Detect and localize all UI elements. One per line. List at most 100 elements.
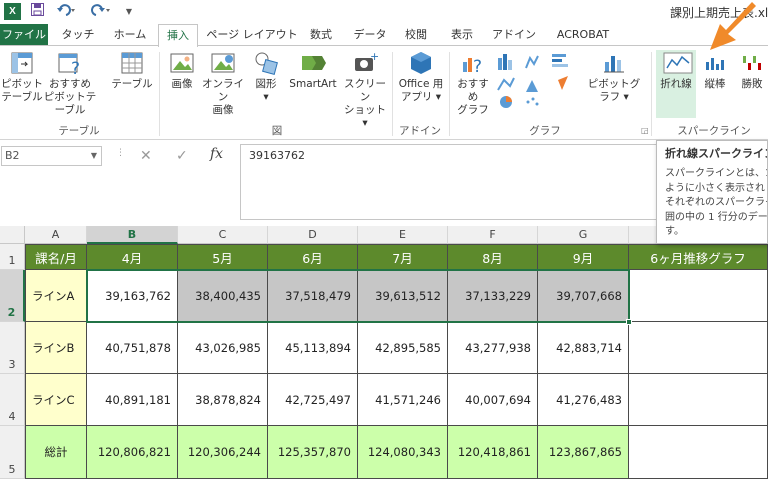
tab-formulas[interactable]: 数式 (305, 24, 337, 46)
column-header-g[interactable]: G (538, 226, 629, 244)
cell-b3[interactable]: 40,751,878 (87, 322, 178, 374)
cell-h3[interactable] (629, 322, 768, 374)
tooltip-line: ように小さく表示され (665, 182, 765, 194)
dialog-launcher-icon[interactable]: ◲ (641, 126, 649, 135)
svg-text:?: ? (473, 57, 482, 76)
column-header-d[interactable]: D (268, 226, 358, 244)
cell-b5[interactable]: 120,806,821 (87, 426, 178, 479)
tab-touch[interactable]: タッチ (56, 24, 100, 46)
cell-f2[interactable]: 37,133,229 (448, 270, 538, 322)
recommended-pivot-table-button[interactable]: ? おすすめ ピボットテーブル (40, 50, 100, 117)
tab-data[interactable]: データ (350, 24, 390, 46)
pivot-chart-button[interactable]: ピボットグラフ ▾ (584, 50, 644, 104)
group-separator (159, 52, 160, 136)
smartart-button[interactable]: SmartArt (284, 50, 342, 91)
shapes-button[interactable]: 図形 ▾ (250, 50, 282, 104)
tab-review[interactable]: 校閲 (400, 24, 432, 46)
cell-c5[interactable]: 120,306,244 (178, 426, 268, 479)
customize-icon[interactable]: ▼ (124, 3, 134, 20)
cell-e3[interactable]: 42,895,585 (358, 322, 448, 374)
cell-b4[interactable]: 40,891,181 (87, 374, 178, 426)
cell-b2[interactable]: 39,163,762 (87, 270, 178, 322)
cancel-icon[interactable]: ✕ (140, 148, 152, 164)
screenshot-button[interactable]: + スクリーン ショット ▾ (340, 50, 390, 130)
cell-c3[interactable]: 43,026,985 (178, 322, 268, 374)
tab-acrobat[interactable]: ACROBAT (552, 24, 614, 46)
worksheet-grid[interactable]: A B C D E F G 1 2 3 4 5 課名/月 4月 5月 6月 7月… (0, 226, 768, 479)
cell-c2[interactable]: 38,400,435 (178, 270, 268, 322)
row-header-5[interactable]: 5 (0, 426, 25, 479)
column-header-f[interactable]: F (448, 226, 538, 244)
column-header-a[interactable]: A (25, 226, 87, 244)
cell-f5[interactable]: 120,418,861 (448, 426, 538, 479)
chevron-down-icon[interactable]: ▼ (91, 147, 97, 165)
shapes-icon (253, 50, 279, 76)
pictures-button[interactable]: 画像 (164, 50, 200, 91)
cell-g4[interactable]: 41,276,483 (538, 374, 629, 426)
header-cell-sep[interactable]: 9月 (538, 244, 629, 270)
redo-icon[interactable] (90, 3, 112, 20)
cell-d5[interactable]: 125,357,870 (268, 426, 358, 479)
sparkline-line-button[interactable]: 折れ線 (656, 50, 696, 118)
recommended-charts-button[interactable]: ? おすすめ グラフ (453, 50, 493, 117)
fill-handle[interactable] (626, 319, 632, 325)
cell-e2[interactable]: 39,613,512 (358, 270, 448, 322)
name-box[interactable]: B2 ▼ (1, 146, 102, 166)
online-pictures-button[interactable]: オンライン 画像 (198, 50, 248, 117)
row-label-line-a[interactable]: ラインA (25, 270, 87, 322)
cell-c4[interactable]: 38,878,824 (178, 374, 268, 426)
tab-addins[interactable]: アドイン (490, 24, 538, 46)
select-all-corner[interactable] (0, 226, 25, 244)
tab-view[interactable]: 表示 (446, 24, 478, 46)
header-cell-trend[interactable]: 6ヶ月推移グラフ (629, 244, 768, 270)
pivot-table-button[interactable]: ピボット テーブル (0, 50, 44, 104)
row-header-2[interactable]: 2 (0, 270, 25, 322)
header-cell-aug[interactable]: 8月 (448, 244, 538, 270)
tab-insert[interactable]: 挿入 (158, 24, 198, 47)
tab-home[interactable]: ホーム (108, 24, 152, 46)
cell-d2[interactable]: 37,518,479 (268, 270, 358, 322)
title-bar: X ▼ 課別上期売上表.xl (0, 0, 768, 24)
row-label-line-b[interactable]: ラインB (25, 322, 87, 374)
column-header-e[interactable]: E (358, 226, 448, 244)
header-cell-may[interactable]: 5月 (178, 244, 268, 270)
cell-h4[interactable] (629, 374, 768, 426)
row-header-4[interactable]: 4 (0, 374, 25, 426)
chart-gallery-icons (497, 54, 568, 108)
cell-d4[interactable]: 42,725,497 (268, 374, 358, 426)
row-header-3[interactable]: 3 (0, 322, 25, 374)
cell-h2[interactable] (629, 270, 768, 322)
ribbon: ピボット テーブル ? おすすめ ピボットテーブル テーブル テーブル 画像 オ… (0, 45, 768, 140)
tab-page-layout[interactable]: ページ レイアウト (204, 24, 300, 46)
table-button[interactable]: テーブル (110, 50, 154, 91)
insert-function-icon[interactable]: fx (210, 146, 223, 162)
enter-icon[interactable]: ✓ (176, 148, 188, 164)
header-cell-jun[interactable]: 6月 (268, 244, 358, 270)
cell-g5[interactable]: 123,867,865 (538, 426, 629, 479)
column-header-c[interactable]: C (178, 226, 268, 244)
save-icon[interactable] (30, 3, 44, 20)
cell-e4[interactable]: 41,571,246 (358, 374, 448, 426)
cell-h5[interactable] (629, 426, 768, 479)
tab-file[interactable]: ファイル (0, 24, 48, 46)
cell-g2[interactable]: 39,707,668 (538, 270, 629, 322)
row-label-total[interactable]: 総計 (25, 426, 87, 479)
column-header-b[interactable]: B (87, 226, 178, 244)
chart-types-gallery[interactable] (496, 50, 580, 114)
header-cell-jul[interactable]: 7月 (358, 244, 448, 270)
undo-icon[interactable] (56, 3, 78, 20)
office-apps-button[interactable]: Office 用 アプリ ▾ (396, 50, 446, 104)
cell-f4[interactable]: 40,007,694 (448, 374, 538, 426)
excel-logo-icon: X (4, 3, 21, 20)
row-label-line-c[interactable]: ラインC (25, 374, 87, 426)
row-header-1[interactable]: 1 (0, 244, 25, 270)
tooltip-line: 囲の中の 1 行分のデー (665, 211, 768, 223)
cell-d3[interactable]: 45,113,894 (268, 322, 358, 374)
header-cell-apr[interactable]: 4月 (87, 244, 178, 270)
cell-f3[interactable]: 43,277,938 (448, 322, 538, 374)
cell-e5[interactable]: 124,080,343 (358, 426, 448, 479)
cell-g3[interactable]: 42,883,714 (538, 322, 629, 374)
header-cell-dept[interactable]: 課名/月 (25, 244, 87, 270)
table-icon (119, 50, 145, 76)
svg-text:+: + (370, 50, 378, 63)
